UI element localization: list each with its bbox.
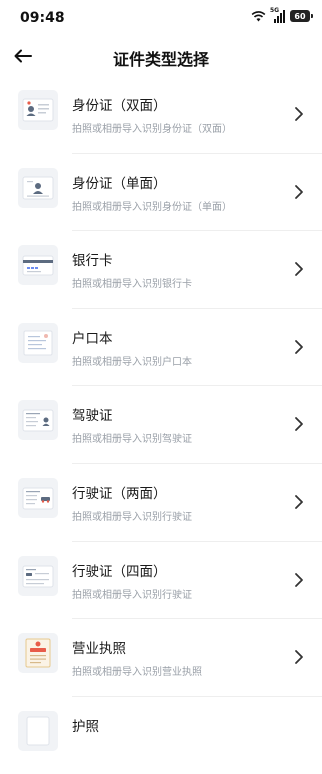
- list-item-subtitle: 拍照或相册导入识别银行卡: [72, 279, 192, 291]
- chevron-right-icon: [294, 261, 304, 277]
- passport-icon: [18, 710, 58, 751]
- list-item-title: 护照: [72, 718, 99, 735]
- page-title: 证件类型选择: [112, 50, 209, 69]
- chevron-right-icon: [294, 649, 304, 665]
- document-type-list: 身份证（双面） 拍照或相册导入识别身份证（双面） 身份证（单面） 拍照或相册导入…: [0, 76, 322, 774]
- list-item-passport[interactable]: 护照: [0, 697, 322, 774]
- id-card-single-icon: [18, 167, 58, 208]
- cellular-signal-icon: 5G: [270, 7, 286, 23]
- chevron-right-icon: [294, 184, 304, 200]
- list-item-title: 户口本: [72, 330, 113, 347]
- list-item-title: 身份证（双面）: [72, 98, 167, 114]
- status-bar: 09:48 5G 60: [0, 0, 322, 38]
- nav-bar: 证件类型选择: [0, 38, 322, 76]
- business-license-icon: [18, 633, 58, 674]
- list-item-bank-card[interactable]: 银行卡 拍照或相册导入识别银行卡: [0, 231, 322, 309]
- list-item-household-register[interactable]: 户口本 拍照或相册导入识别户口本: [0, 309, 322, 387]
- chevron-right-icon: [294, 416, 304, 432]
- status-icons: 5G 60: [251, 7, 313, 23]
- wifi-icon: [251, 10, 266, 22]
- vehicle-license-two-icon: [18, 477, 58, 518]
- list-item-title: 银行卡: [72, 253, 113, 270]
- list-item-id-card-single[interactable]: 身份证（单面） 拍照或相册导入识别身份证（单面）: [0, 154, 322, 232]
- list-item-vehicle-license-two[interactable]: 行驶证（两面） 拍照或相册导入识别行驶证: [0, 464, 322, 542]
- list-item-title: 营业执照: [72, 641, 126, 658]
- list-item-title: 驾驶证: [72, 408, 113, 425]
- list-item-subtitle: 拍照或相册导入识别驾驶证: [72, 434, 192, 446]
- list-item-business-license[interactable]: 营业执照 拍照或相册导入识别营业执照: [0, 619, 322, 697]
- list-item-title: 行驶证（四面）: [72, 563, 167, 580]
- chevron-right-icon: [294, 494, 304, 510]
- bank-card-icon: [18, 245, 58, 286]
- vehicle-license-four-icon: [18, 555, 58, 596]
- chevron-right-icon: [294, 339, 304, 355]
- list-item-subtitle: 拍照或相册导入识别身份证（单面）: [72, 201, 232, 213]
- list-item-id-card-double[interactable]: 身份证（双面） 拍照或相册导入识别身份证（双面）: [0, 76, 322, 154]
- list-item-subtitle: 拍照或相册导入识别行驶证: [72, 511, 192, 523]
- list-item-subtitle: 拍照或相册导入识别身份证（双面）: [72, 124, 232, 135]
- list-item-title: 行驶证（两面）: [72, 485, 167, 502]
- chevron-right-icon: [294, 106, 304, 122]
- status-time: 09:48: [20, 10, 65, 26]
- driver-license-icon: [18, 400, 58, 441]
- network-type-label: 5G: [270, 7, 280, 14]
- list-item-driver-license[interactable]: 驾驶证 拍照或相册导入识别驾驶证: [0, 386, 322, 464]
- battery-level: 60: [294, 11, 306, 21]
- list-item-subtitle: 拍照或相册导入识别营业执照: [72, 667, 202, 679]
- household-register-icon: [18, 322, 58, 363]
- list-item-title: 身份证（单面）: [72, 175, 167, 192]
- id-card-double-icon: [18, 90, 58, 130]
- list-item-subtitle: 拍照或相册导入识别行驶证: [72, 589, 192, 601]
- list-item-subtitle: 拍照或相册导入识别户口本: [72, 356, 192, 368]
- list-item-vehicle-license-four[interactable]: 行驶证（四面） 拍照或相册导入识别行驶证: [0, 542, 322, 620]
- chevron-right-icon: [294, 572, 304, 588]
- battery-icon: 60: [290, 10, 313, 22]
